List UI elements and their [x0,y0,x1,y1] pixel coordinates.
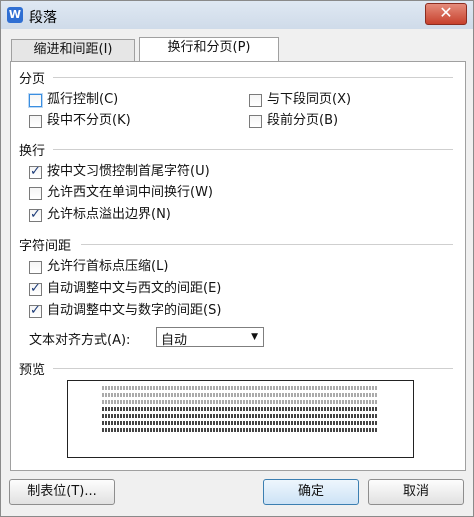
paragraph-dialog: W 段落 ✕ 缩进和间距(I) 换行和分页(P) 分页 孤行控制(C) 与下段同… [0,0,474,517]
divider [81,244,453,245]
checkbox-label: 与下段同页(X) [267,92,352,107]
checkbox-box[interactable] [29,261,42,274]
preview-box [67,380,414,458]
title-bar[interactable]: W 段落 ✕ [1,1,473,29]
preview-current-paragraph [102,421,378,425]
checkbox-box[interactable] [29,206,42,224]
checkbox-label: 孤行控制(C) [47,92,119,107]
text-alignment-select[interactable]: 自动 ▼ [156,327,264,348]
line-break-group-title: 换行 [19,144,46,159]
char-spacing-group-title: 字符间距 [19,239,72,254]
checkbox-label: 自动调整中文与西文的间距(E) [47,281,222,296]
checkbox-box[interactable] [249,115,262,128]
preview-group-title: 预览 [19,363,46,378]
checkbox-box[interactable] [29,187,42,200]
preview-previous-paragraph [102,386,378,390]
divider [53,149,453,150]
divider [53,368,453,369]
select-value: 自动 [161,333,188,348]
ok-button[interactable]: 确定 [263,479,359,505]
preview-previous-paragraph [102,400,378,404]
preview-previous-paragraph [102,393,378,397]
dropdown-arrow-icon: ▼ [251,332,258,342]
checkbox-box[interactable] [249,94,262,107]
preview-current-paragraph [102,414,378,418]
checkbox-label: 段前分页(B) [267,113,339,128]
checkbox-box[interactable] [29,163,42,181]
checkbox-box[interactable] [29,94,42,107]
preview-current-paragraph [102,428,378,432]
checkbox-label: 允许行首标点压缩(L) [47,259,169,274]
checkbox-label: 自动调整中文与数字的间距(S) [47,303,222,318]
dialog-title: 段落 [29,10,57,26]
preview-current-paragraph [102,407,378,411]
checkbox-box[interactable] [29,115,42,128]
divider [53,77,453,78]
checkbox-label: 允许西文在单词中间换行(W) [47,185,213,200]
close-button[interactable]: ✕ [425,3,467,25]
tab-panel: 分页 孤行控制(C) 与下段同页(X) 段中不分页(K) 段前分页(B) 换行 … [10,61,466,471]
tab-indent-spacing[interactable]: 缩进和间距(I) [11,39,135,61]
checkbox-label: 按中文习惯控制首尾字符(U) [47,164,210,179]
checkbox-label: 段中不分页(K) [47,113,131,128]
text-alignment-label: 文本对齐方式(A): [29,333,131,348]
checkbox-box[interactable] [29,280,42,298]
tab-line-page-breaks[interactable]: 换行和分页(P) [139,37,279,61]
cancel-button[interactable]: 取消 [368,479,464,505]
tab-stops-button[interactable]: 制表位(T)... [9,479,115,505]
wps-writer-icon: W [7,7,23,23]
pagination-group-title: 分页 [19,72,46,87]
checkbox-box[interactable] [29,302,42,320]
checkbox-label: 允许标点溢出边界(N) [47,207,171,222]
